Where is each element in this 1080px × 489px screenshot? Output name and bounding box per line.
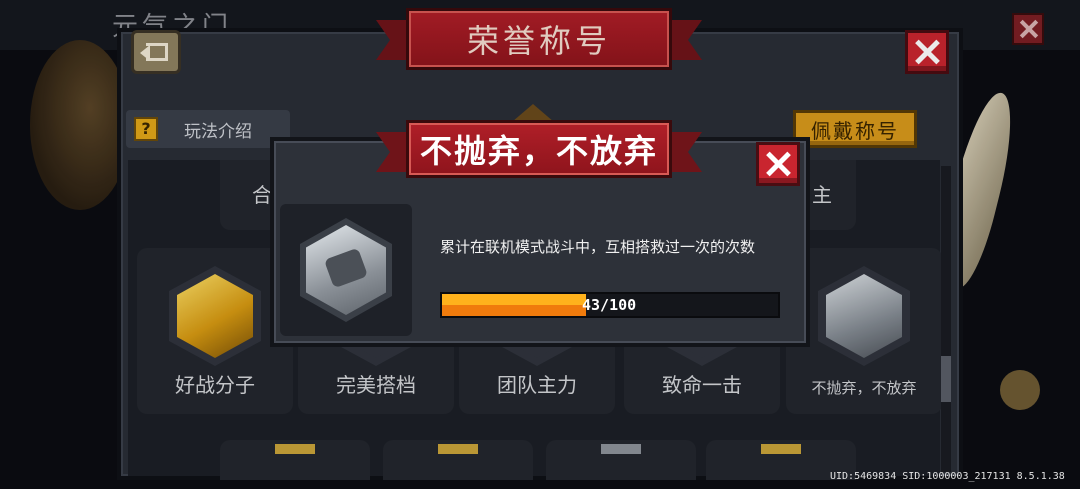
popup-close-button[interactable]	[756, 142, 800, 186]
popup-description: 累计在联机模式战斗中，互相搭救过一次的次数	[440, 238, 756, 256]
popup-badge-frame	[280, 204, 412, 336]
uid-line: UID:5469834 SID:1000003_217131 8.5.1.38	[830, 471, 1065, 482]
popup-title: 不抛弃，不放弃	[419, 132, 658, 170]
progress-text: 43/100	[582, 296, 637, 314]
progress-fill	[442, 294, 587, 316]
silver-badge-icon	[306, 225, 386, 315]
popup-title-banner: 不抛弃，不放弃	[376, 118, 702, 184]
progress-bar: 43/100	[440, 292, 780, 318]
